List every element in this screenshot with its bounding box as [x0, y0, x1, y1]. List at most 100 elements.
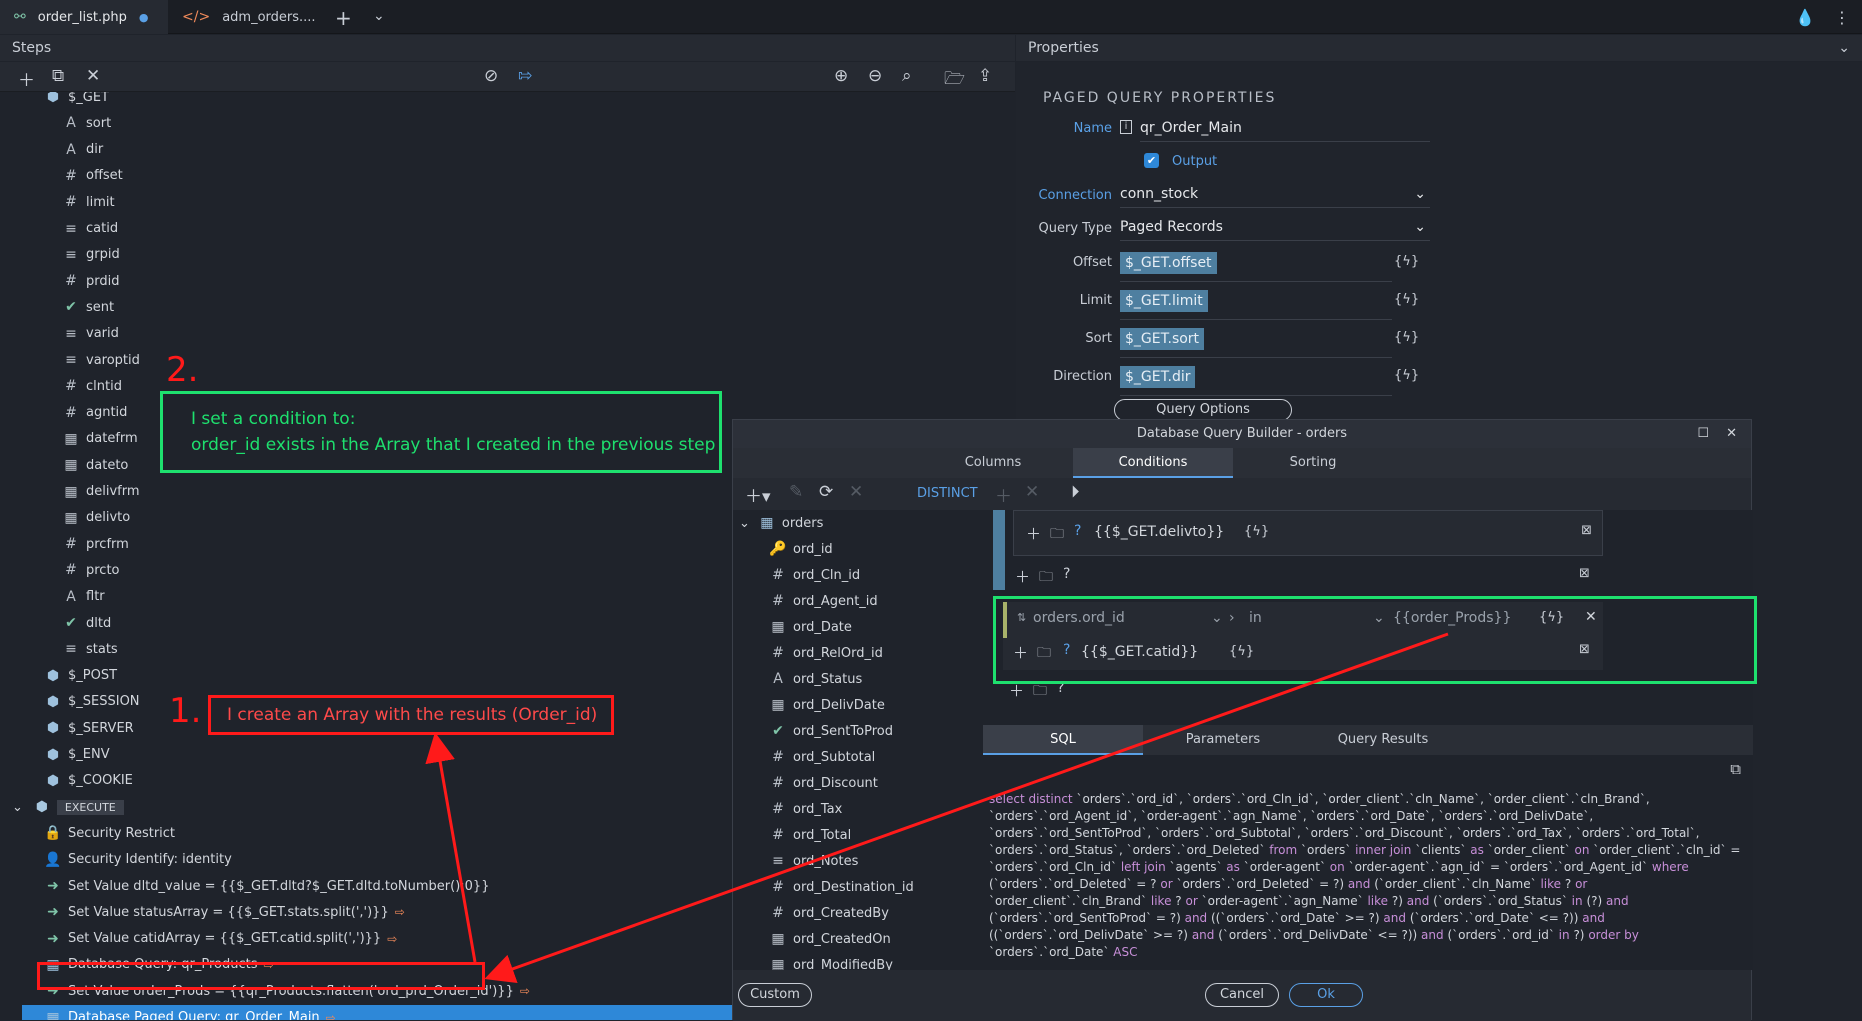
- add-icon[interactable]: ＋: [1026, 523, 1041, 544]
- column-item[interactable]: # ord_Tax: [769, 796, 842, 822]
- tree-item[interactable]: Asort: [62, 110, 111, 136]
- distinct-toggle[interactable]: DISTINCT: [917, 486, 978, 501]
- play-icon[interactable]: ⏵: [1071, 482, 1080, 502]
- column-item[interactable]: ▦ ord_ModifiedBy: [769, 952, 893, 970]
- tree-item[interactable]: ⬢ $_SERVER: [44, 715, 134, 741]
- zoom-in-icon[interactable]: ⊕: [834, 66, 848, 86]
- folder-icon[interactable]: 🗀: [1050, 523, 1064, 547]
- drop-icon[interactable]: 💧: [1795, 8, 1815, 27]
- sort-field[interactable]: $_GET.sort: [1120, 326, 1392, 358]
- column-item[interactable]: # ord_CreatedBy: [769, 900, 889, 926]
- connection-select[interactable]: conn_stock ⌄: [1120, 182, 1430, 208]
- offset-field[interactable]: $_GET.offset: [1120, 250, 1392, 282]
- tree-item[interactable]: # limit: [62, 189, 114, 215]
- tab-sorting[interactable]: Sorting: [1233, 448, 1393, 478]
- export-icon[interactable]: ⇰: [518, 66, 532, 86]
- close-icon[interactable]: ✕: [86, 66, 100, 86]
- query-options-button[interactable]: Query Options: [1114, 399, 1292, 421]
- tree-item[interactable]: 👤 Security Identify: identity: [44, 847, 231, 873]
- tree-item[interactable]: # prdid: [62, 268, 119, 294]
- folder-icon[interactable]: 🗀: [1039, 566, 1053, 590]
- add-tab-icon[interactable]: +: [335, 6, 352, 30]
- tab-conditions[interactable]: Conditions: [1073, 448, 1233, 478]
- zoom-out-icon[interactable]: ⊖: [868, 66, 882, 86]
- tab-query-results[interactable]: Query Results: [1303, 725, 1463, 755]
- tree-item[interactable]: # prcto: [62, 557, 119, 583]
- more-menu-icon[interactable]: ⋮: [1834, 8, 1850, 27]
- tree-item[interactable]: ≡ stats: [62, 636, 118, 662]
- delete-icon[interactable]: ⊠: [1581, 523, 1592, 538]
- folder-icon[interactable]: 🗁: [944, 66, 965, 95]
- tree-item[interactable]: ➜ Set Value dltd_value = {{$_GET.dltd?$_G…: [44, 873, 489, 899]
- column-item[interactable]: # ord_RelOrd_id: [769, 640, 883, 666]
- query-type-select[interactable]: Paged Records ⌄: [1120, 215, 1430, 241]
- output-checkbox[interactable]: ✔: [1144, 153, 1159, 168]
- ok-button[interactable]: Ok: [1289, 983, 1363, 1007]
- tree-item[interactable]: # prcfrm: [62, 531, 129, 557]
- tree-item[interactable]: # clntid: [62, 373, 122, 399]
- tree-item[interactable]: ▦ datefrm: [62, 426, 137, 452]
- tree-item[interactable]: ▦ Database Paged Query: qr_Order_Main ⇨: [22, 1004, 733, 1020]
- share-icon[interactable]: ⇪: [978, 66, 992, 86]
- tree-item[interactable]: ▦ delivfrm: [62, 479, 139, 505]
- column-item[interactable]: # ord_Subtotal: [769, 744, 875, 770]
- tree-item[interactable]: ⌄ ⬢ EXECUTE: [12, 794, 124, 820]
- delete-icon[interactable]: ⊠: [1579, 566, 1590, 581]
- table-orders[interactable]: ⌄ ▦ orders: [739, 510, 823, 536]
- tree-item[interactable]: ≡ catid: [62, 216, 118, 242]
- collapse-icon[interactable]: ⌄: [1838, 35, 1850, 61]
- tree-item[interactable]: ▦ delivto: [62, 505, 130, 531]
- tab-sql[interactable]: SQL: [983, 725, 1143, 755]
- column-item[interactable]: ▦ ord_DelivDate: [769, 692, 884, 718]
- column-item[interactable]: 🔑 ord_id: [769, 536, 832, 562]
- name-field[interactable]: qr_Order_Main: [1140, 116, 1430, 142]
- tree-item[interactable]: ≡ grpid: [62, 242, 120, 268]
- tree-item[interactable]: ≡ varid: [62, 321, 119, 347]
- column-item[interactable]: # ord_Discount: [769, 770, 878, 796]
- chevron-down-icon[interactable]: ⌄: [12, 800, 23, 815]
- search-icon[interactable]: ⌕: [902, 66, 912, 86]
- tab-columns[interactable]: Columns: [913, 448, 1073, 478]
- dynamic-data-icon[interactable]: {ϟ}: [1394, 368, 1419, 383]
- add-step-icon[interactable]: ＋: [18, 66, 35, 91]
- cancel-button[interactable]: Cancel: [1205, 983, 1279, 1007]
- tree-item[interactable]: ✔ sent: [62, 294, 114, 320]
- tab-adm-orders[interactable]: </> adm_orders....: [168, 0, 328, 34]
- copy-icon[interactable]: ⧉: [52, 66, 64, 86]
- limit-field[interactable]: $_GET.limit: [1120, 288, 1392, 320]
- help-icon[interactable]: ?: [1074, 523, 1081, 539]
- add-condition-icon[interactable]: ＋▾: [745, 482, 771, 507]
- column-item[interactable]: # ord_Total: [769, 822, 851, 848]
- close-icon[interactable]: ✕: [1726, 420, 1737, 448]
- tree-item[interactable]: ➜ Set Value catidArray = {{$_GET.catid.sp…: [44, 926, 397, 952]
- tree-item[interactable]: ▦ dateto: [62, 452, 128, 478]
- dynamic-data-icon[interactable]: {ϟ}: [1394, 330, 1419, 345]
- column-item[interactable]: ≡ ord_Notes: [769, 848, 858, 874]
- tree-item[interactable]: ⬢ $_ENV: [44, 742, 110, 768]
- dynamic-data-icon[interactable]: {ϟ}: [1244, 524, 1269, 539]
- tree-item[interactable]: Afltr: [62, 584, 104, 610]
- maximize-icon[interactable]: ☐: [1697, 420, 1709, 448]
- tree-item[interactable]: ⬢ $_COOKIE: [44, 768, 133, 794]
- tree-item[interactable]: ⬢ $_SESSION: [44, 689, 140, 715]
- custom-button[interactable]: Custom: [738, 983, 812, 1007]
- column-item[interactable]: # ord_Agent_id: [769, 588, 878, 614]
- column-item[interactable]: ▦ ord_CreatedOn: [769, 926, 890, 952]
- tab-parameters[interactable]: Parameters: [1143, 725, 1303, 755]
- column-item[interactable]: # ord_Cln_id: [769, 562, 860, 588]
- disable-icon[interactable]: ⊘: [484, 66, 498, 86]
- direction-field[interactable]: $_GET.dir: [1120, 364, 1392, 396]
- dynamic-data-icon[interactable]: {ϟ}: [1394, 292, 1419, 307]
- tree-item[interactable]: ✔ dltd: [62, 610, 111, 636]
- dynamic-data-icon[interactable]: {ϟ}: [1394, 254, 1419, 269]
- copy-icon[interactable]: ⧉: [1730, 761, 1741, 778]
- help-icon[interactable]: ?: [1063, 566, 1070, 582]
- tree-item[interactable]: # offset: [62, 163, 123, 189]
- tree-item[interactable]: ≡ varoptid: [62, 347, 140, 373]
- chevron-down-icon[interactable]: ⌄: [373, 8, 385, 24]
- tree-item[interactable]: ➜ Set Value statusArray = {{$_GET.stats.s…: [44, 899, 405, 925]
- column-item[interactable]: # ord_Destination_id: [769, 874, 914, 900]
- tree-item[interactable]: Adir: [62, 137, 103, 163]
- column-item[interactable]: ▦ ord_Date: [769, 614, 852, 640]
- tab-order-list[interactable]: ⚯ order_list.php ●: [0, 0, 168, 34]
